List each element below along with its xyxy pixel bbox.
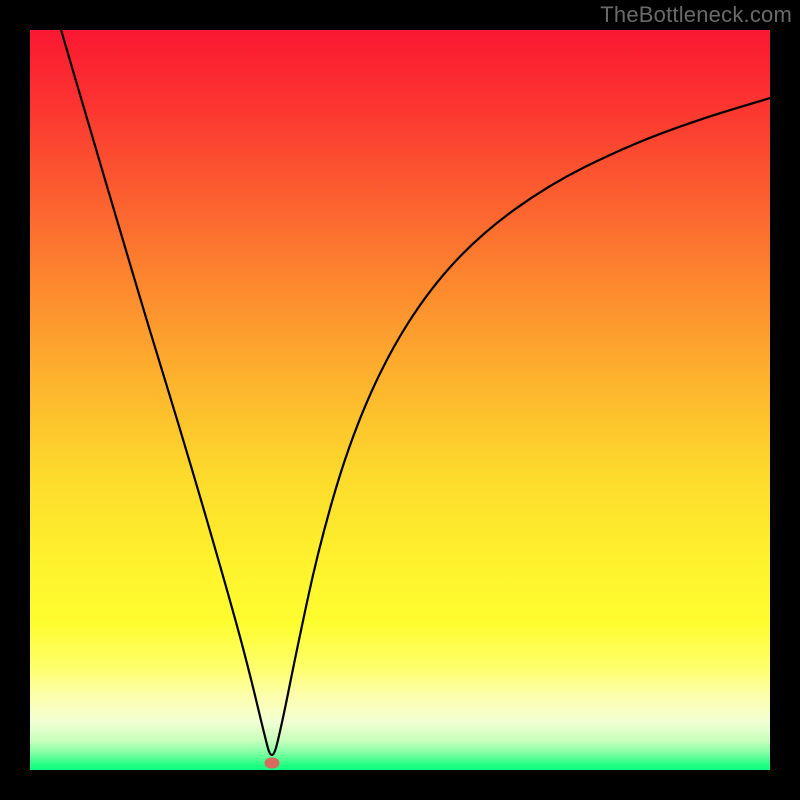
watermark-text: TheBottleneck.com [600, 2, 792, 28]
bottleneck-curve [30, 30, 770, 770]
chart-frame: TheBottleneck.com [0, 0, 800, 800]
plot-area [30, 30, 770, 770]
optimum-marker [264, 757, 279, 768]
